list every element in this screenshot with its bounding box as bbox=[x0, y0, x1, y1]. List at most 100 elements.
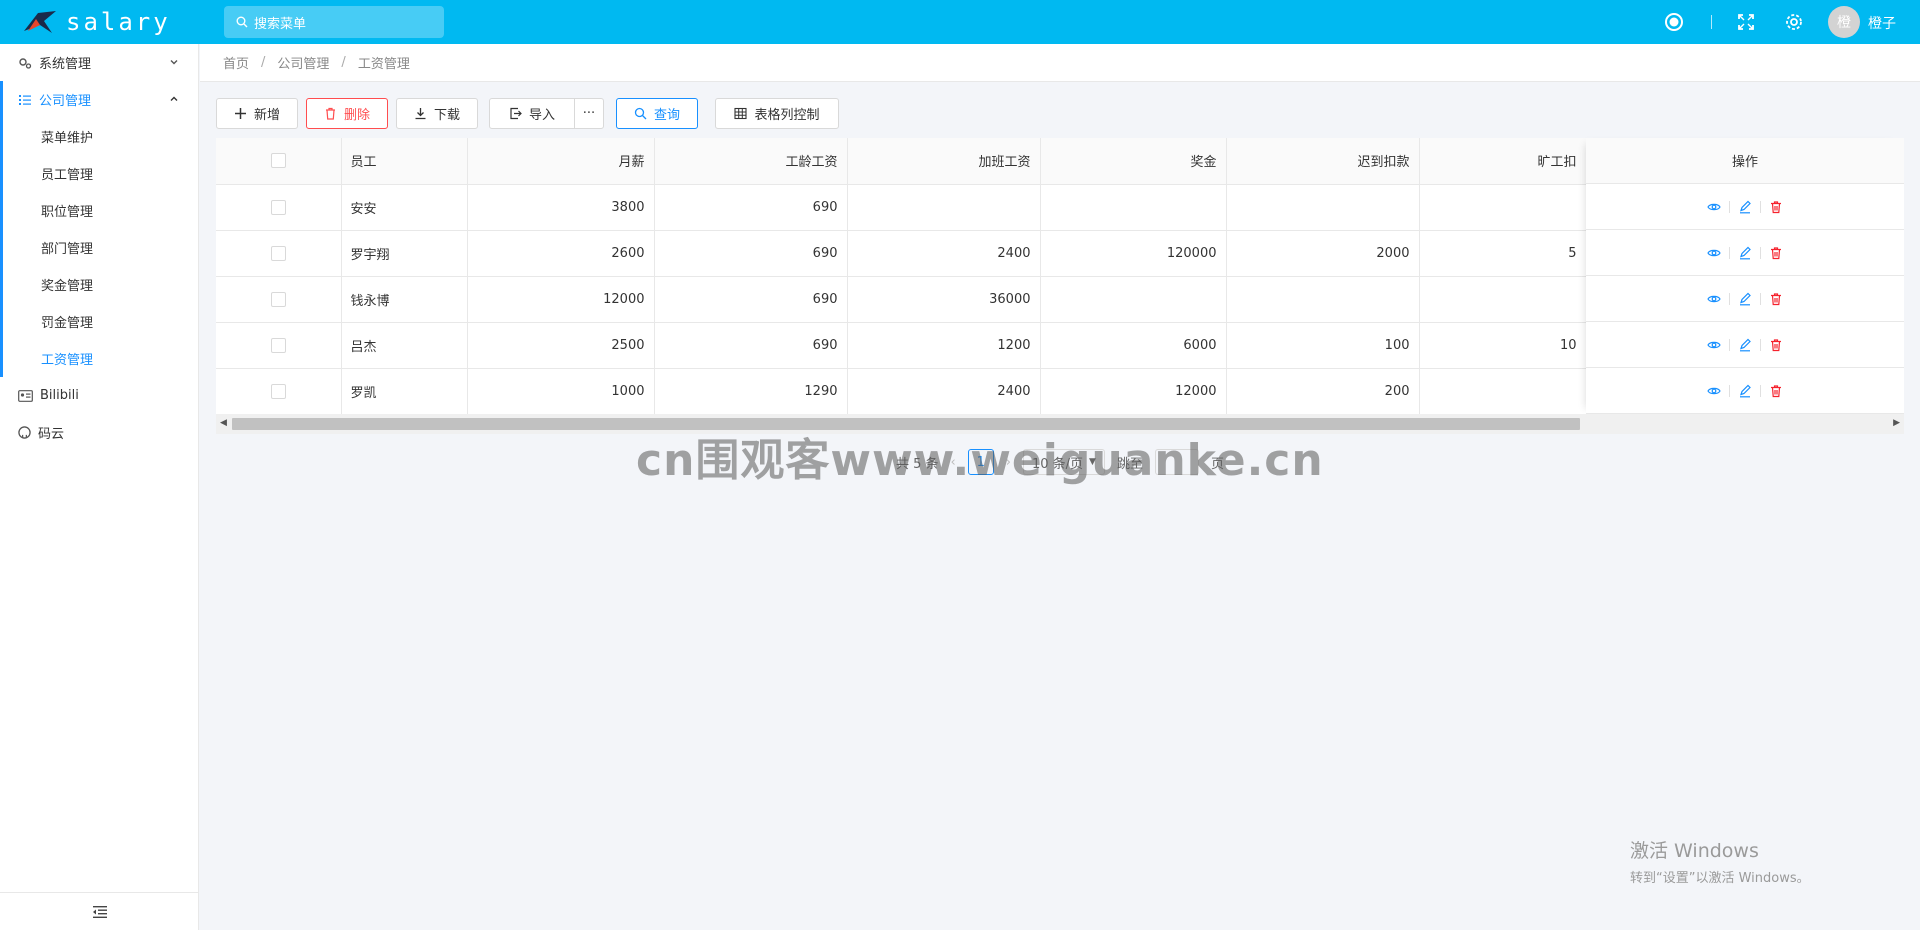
sidebar-item-menu-maintenance[interactable]: 菜单维护 bbox=[3, 118, 198, 155]
edit-icon[interactable] bbox=[1738, 338, 1752, 352]
breadcrumb-current: 工资管理 bbox=[357, 57, 410, 72]
row-operations bbox=[1586, 230, 1904, 276]
column-header[interactable]: 员工 bbox=[341, 138, 468, 185]
table-cell bbox=[1226, 276, 1420, 323]
trash-icon[interactable] bbox=[1769, 384, 1783, 398]
column-header[interactable]: 旷工扣 bbox=[1419, 138, 1587, 185]
sidebar-collapse-button[interactable] bbox=[0, 892, 199, 930]
sidebar-item-gitee[interactable]: 码云 bbox=[0, 414, 198, 451]
gear-icon[interactable] bbox=[1784, 12, 1804, 32]
table-cell bbox=[1419, 184, 1587, 231]
table-cell: 2600 bbox=[467, 230, 655, 277]
download-button[interactable]: 下载 bbox=[396, 98, 478, 129]
edit-icon[interactable] bbox=[1738, 384, 1752, 398]
column-header[interactable]: 月薪 bbox=[467, 138, 655, 185]
row-checkbox[interactable] bbox=[270, 383, 286, 399]
app-title: salary bbox=[66, 8, 171, 36]
search-placeholder: 搜索菜单 bbox=[254, 16, 307, 32]
column-header[interactable]: 工龄工资 bbox=[654, 138, 848, 185]
column-control-button[interactable]: 表格列控制 bbox=[715, 98, 839, 129]
fullscreen-icon[interactable] bbox=[1736, 12, 1756, 32]
edit-icon[interactable] bbox=[1738, 292, 1752, 306]
avatar[interactable]: 橙 bbox=[1828, 6, 1860, 38]
row-checkbox[interactable] bbox=[270, 337, 286, 353]
row-operations bbox=[1586, 184, 1904, 230]
ops-divider bbox=[1760, 338, 1761, 351]
table-cell bbox=[1419, 368, 1587, 415]
idcard-icon bbox=[18, 389, 33, 402]
submenu-company: 菜单维护 员工管理 职位管理 部门管理 奖金管理 罚金管理 工资管理 bbox=[0, 118, 198, 377]
query-button[interactable]: 查询 bbox=[616, 98, 698, 129]
edit-icon[interactable] bbox=[1738, 246, 1752, 260]
more-button[interactable]: ··· bbox=[574, 98, 604, 129]
table-cell: 36000 bbox=[847, 276, 1041, 323]
scroll-left-arrow[interactable]: ◀ bbox=[220, 418, 227, 428]
sidebar-item-department[interactable]: 部门管理 bbox=[3, 229, 198, 266]
trash-icon[interactable] bbox=[1769, 338, 1783, 352]
sidebar-item-employee[interactable]: 员工管理 bbox=[3, 155, 198, 192]
record-icon[interactable] bbox=[1664, 12, 1684, 32]
table-cell bbox=[1040, 276, 1227, 323]
ops-divider bbox=[1760, 246, 1761, 259]
sidebar-item-label: 系统管理 bbox=[39, 57, 92, 72]
row-select-cell bbox=[216, 368, 342, 415]
column-header[interactable]: 迟到扣款 bbox=[1226, 138, 1420, 185]
operations-column: 操作 bbox=[1586, 138, 1904, 414]
activation-subtitle: 转到“设置”以激活 Windows。 bbox=[1630, 871, 1810, 886]
select-all-checkbox[interactable] bbox=[270, 153, 286, 169]
sidebar-item-salary[interactable]: 工资管理 bbox=[3, 340, 198, 377]
chevron-down-icon bbox=[170, 60, 178, 65]
menu-search-input[interactable]: 搜索菜单 bbox=[224, 6, 444, 38]
breadcrumb-company[interactable]: 公司管理 bbox=[277, 53, 329, 72]
row-select-cell bbox=[216, 322, 342, 369]
employee-name-cell: 安安 bbox=[341, 184, 468, 231]
breadcrumb-home[interactable]: 首页 bbox=[223, 53, 249, 72]
query-button-label: 查询 bbox=[653, 108, 680, 123]
menu-fold-icon bbox=[92, 905, 107, 918]
sidebar-item-position[interactable]: 职位管理 bbox=[3, 192, 198, 229]
trash-icon[interactable] bbox=[1769, 200, 1783, 214]
download-icon bbox=[415, 108, 426, 120]
column-header[interactable]: 加班工资 bbox=[847, 138, 1041, 185]
eye-icon[interactable] bbox=[1707, 338, 1721, 352]
sidebar-item-bilibili[interactable]: Bilibili bbox=[0, 377, 198, 414]
row-checkbox[interactable] bbox=[270, 291, 286, 307]
scroll-right-arrow[interactable]: ▶ bbox=[1893, 418, 1900, 428]
table-cell: 200 bbox=[1226, 368, 1420, 415]
github-icon bbox=[18, 426, 31, 439]
add-button[interactable]: 新增 bbox=[216, 98, 298, 129]
app-logo[interactable]: salary bbox=[22, 8, 171, 36]
edit-icon[interactable] bbox=[1738, 200, 1752, 214]
sidebar-item-bonus[interactable]: 奖金管理 bbox=[3, 266, 198, 303]
eye-icon[interactable] bbox=[1707, 292, 1721, 306]
sidebar-item-label: 公司管理 bbox=[39, 94, 92, 109]
sidebar-item-penalty[interactable]: 罚金管理 bbox=[3, 303, 198, 340]
table-cell: 2400 bbox=[847, 230, 1041, 277]
watermark: cn围观客www.weiguanke.cn bbox=[636, 435, 1324, 486]
eye-icon[interactable] bbox=[1707, 384, 1721, 398]
trash-icon[interactable] bbox=[1769, 246, 1783, 260]
row-checkbox[interactable] bbox=[270, 199, 286, 215]
table-cell: 3800 bbox=[467, 184, 655, 231]
table-cell bbox=[1226, 184, 1420, 231]
row-select-cell bbox=[216, 276, 342, 323]
table-cell: 1290 bbox=[654, 368, 848, 415]
sidebar-item-system[interactable]: 系统管理 bbox=[0, 44, 198, 81]
sidebar-item-company[interactable]: 公司管理 bbox=[0, 81, 198, 118]
trash-icon[interactable] bbox=[1769, 292, 1783, 306]
row-checkbox[interactable] bbox=[270, 245, 286, 261]
eye-icon[interactable] bbox=[1707, 246, 1721, 260]
delete-button[interactable]: 删除 bbox=[306, 98, 388, 129]
import-button[interactable]: 导入 bbox=[489, 98, 575, 129]
username[interactable]: 橙子 bbox=[1868, 13, 1896, 33]
row-operations bbox=[1586, 276, 1904, 322]
logo-icon bbox=[24, 11, 56, 33]
column-header[interactable]: 奖金 bbox=[1040, 138, 1227, 185]
table-cell: 2400 bbox=[847, 368, 1041, 415]
ops-divider bbox=[1729, 384, 1730, 397]
row-operations bbox=[1586, 322, 1904, 368]
ops-divider bbox=[1729, 200, 1730, 213]
row-select-cell bbox=[216, 230, 342, 277]
eye-icon[interactable] bbox=[1707, 200, 1721, 214]
employee-name-cell: 钱永博 bbox=[341, 276, 468, 323]
